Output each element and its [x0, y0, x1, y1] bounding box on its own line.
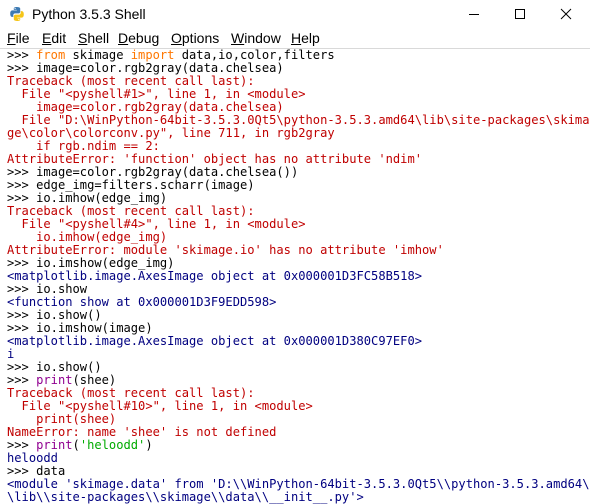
shell-output-line: <matplotlib.image.AxesImage object at 0x… — [7, 269, 423, 283]
shell-text-area[interactable]: >>> from skimage import data,io,color,fi… — [0, 49, 590, 504]
code-token: data,io,color,filters — [174, 48, 335, 62]
string-token: 'heloodd' — [79, 438, 146, 452]
shell-output-line: heloodd — [7, 451, 58, 465]
close-icon — [560, 8, 572, 20]
shell-output-line: \lib\\site-packages\\skimage\\data\\__in… — [7, 490, 364, 504]
menu-bar: File Edit Shell Debug Options Window Hel… — [0, 28, 590, 49]
minimize-button[interactable] — [451, 0, 497, 28]
maximize-button[interactable] — [497, 0, 543, 28]
menu-options[interactable]: Options — [171, 30, 219, 46]
shell-prompt: >>> — [7, 61, 37, 75]
shell-prompt: >>> — [7, 191, 37, 205]
shell-prompt: >>> — [7, 373, 37, 387]
shell-prompt: >>> — [7, 178, 37, 192]
menu-file[interactable]: File — [7, 30, 30, 46]
code-token: skimage — [65, 48, 131, 62]
code-token: io.show() — [36, 360, 102, 374]
code-token: image=color.rgb2gray(data.chelsea) — [36, 61, 284, 75]
code-token: io.show — [36, 282, 88, 296]
menu-shell[interactable]: Shell — [78, 30, 109, 46]
keyword-token: from — [36, 48, 66, 62]
maximize-icon — [515, 9, 525, 19]
code-token: data — [36, 464, 66, 478]
shell-input-line: >>> print('heloodd') — [7, 439, 590, 452]
menu-debug[interactable]: Debug — [118, 30, 159, 46]
window-title: Python 3.5.3 Shell — [32, 6, 146, 22]
shell-prompt: >>> — [7, 282, 37, 296]
code-token: ( — [72, 438, 80, 452]
code-token: ) — [145, 438, 153, 452]
shell-prompt: >>> — [7, 321, 37, 335]
shell-prompt: >>> — [7, 360, 37, 374]
python-icon — [9, 6, 25, 22]
builtin-token: print — [36, 373, 73, 387]
shell-prompt: >>> — [7, 464, 37, 478]
code-token: io.imshow(image) — [36, 321, 153, 335]
code-token: (shee) — [72, 373, 117, 387]
shell-prompt: >>> — [7, 165, 37, 179]
menu-edit[interactable]: Edit — [42, 30, 66, 46]
shell-prompt: >>> — [7, 48, 37, 62]
minimize-icon — [469, 14, 479, 15]
keyword-token: import — [130, 48, 175, 62]
title-bar[interactable]: Python 3.5.3 Shell — [0, 0, 590, 28]
shell-prompt: >>> — [7, 438, 37, 452]
code-token: image=color.rgb2gray(data.chelsea()) — [36, 165, 299, 179]
code-token: io.imhow(edge_img) — [36, 191, 168, 205]
code-token: io.show() — [36, 308, 102, 322]
menu-help[interactable]: Help — [291, 30, 320, 46]
shell-output-line: <matplotlib.image.AxesImage object at 0x… — [7, 334, 423, 348]
builtin-token: print — [36, 438, 73, 452]
close-button[interactable] — [543, 0, 589, 28]
code-token: edge_img=filters.scharr(image) — [36, 178, 255, 192]
shell-output: >>> from skimage import data,io,color,fi… — [7, 49, 590, 504]
shell-prompt: >>> — [7, 308, 37, 322]
shell-prompt: >>> — [7, 256, 37, 270]
menu-window[interactable]: Window — [231, 30, 281, 46]
code-token: io.imshow(edge_img) — [36, 256, 175, 270]
